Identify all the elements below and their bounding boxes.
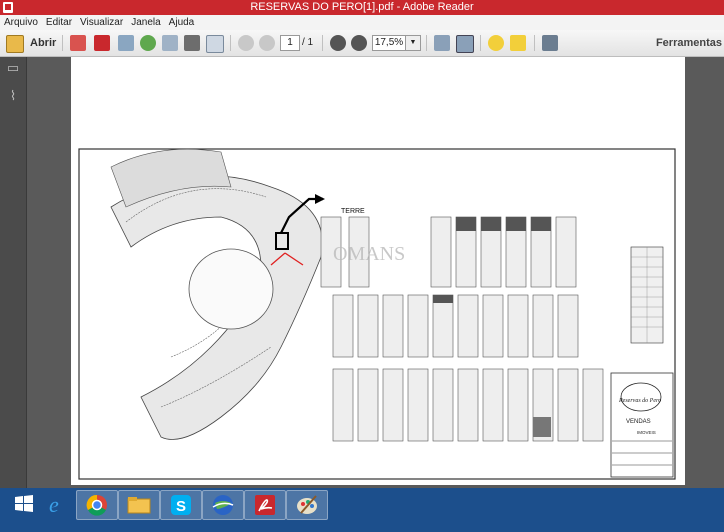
expand-icon[interactable] — [542, 35, 558, 51]
paint-button[interactable] — [286, 490, 328, 520]
open-folder-icon[interactable] — [6, 35, 24, 53]
file-explorer-button[interactable] — [118, 490, 160, 520]
arrow-head — [315, 194, 325, 204]
email-icon[interactable] — [206, 35, 224, 53]
menu-ajuda[interactable]: Ajuda — [165, 15, 199, 30]
menu-bar: Arquivo Editar Visualizar Janela Ajuda — [0, 15, 724, 31]
zoom-dropdown-chevron-down-icon[interactable]: ▼ — [405, 35, 421, 51]
logo-text: Reservas do Pero — [618, 398, 661, 404]
title-block — [610, 372, 674, 478]
page-thumbnails-icon[interactable]: ▭ — [6, 61, 20, 75]
toolbar-separator — [534, 35, 535, 51]
menu-arquivo[interactable]: Arquivo — [0, 15, 42, 30]
file-explorer-icon — [127, 497, 151, 514]
title-bar: RESERVAS DO PERO[1].pdf - Adobe Reader — [0, 0, 724, 15]
open-area — [188, 248, 274, 330]
page-total: / 1 — [302, 37, 314, 48]
skype-icon: S — [171, 495, 191, 515]
internet-explorer-button[interactable]: e — [36, 490, 76, 518]
next-page-icon[interactable] — [259, 35, 275, 51]
toolbar-separator — [480, 35, 481, 51]
highlight-icon[interactable] — [510, 35, 526, 51]
cloud-upload-icon[interactable] — [140, 35, 156, 51]
open-button[interactable]: Abrir — [30, 37, 56, 49]
svg-text:S: S — [176, 498, 186, 515]
google-earth-icon — [212, 495, 234, 515]
create-pdf-icon[interactable] — [70, 35, 86, 51]
svg-text:e: e — [49, 492, 59, 517]
attachments-paperclip-icon[interactable]: ⌇ — [6, 89, 20, 103]
fit-width-icon[interactable] — [434, 35, 450, 51]
combine-files-icon[interactable] — [94, 35, 110, 51]
lot-table — [630, 246, 664, 344]
toolbar-separator — [426, 35, 427, 51]
taskbar: e S — [0, 488, 724, 532]
adobe-reader-icon — [255, 495, 275, 515]
agency-label: IMOVEIS — [637, 430, 656, 435]
page-number-input[interactable]: 1 — [280, 35, 300, 51]
skype-button[interactable]: S — [160, 490, 202, 520]
toolbar-separator — [322, 35, 323, 51]
toolbar-separator — [230, 35, 231, 51]
menu-visualizar[interactable]: Visualizar — [76, 15, 127, 30]
chrome-button[interactable] — [76, 490, 118, 520]
watermark-text: OMANS — [333, 243, 405, 265]
menu-janela[interactable]: Janela — [127, 15, 164, 30]
adobe-reader-button[interactable] — [244, 490, 286, 520]
sales-label: VENDAS — [626, 419, 651, 425]
navigation-pane: ▭ ⌇ — [0, 57, 27, 488]
google-earth-button[interactable] — [202, 490, 244, 520]
comment-icon[interactable] — [488, 35, 504, 51]
subdivision-map: Reservas do Pero VENDAS IMOVEIS OMANS TE… — [78, 148, 676, 480]
window-title: RESERVAS DO PERO[1].pdf - Adobe Reader — [250, 1, 474, 13]
print-icon[interactable] — [184, 35, 200, 51]
map-label-terre: TERRE — [341, 208, 365, 215]
chrome-icon — [86, 494, 107, 516]
paint-icon — [297, 495, 317, 514]
internet-explorer-icon: e — [49, 492, 59, 517]
save-icon[interactable] — [162, 35, 178, 51]
menu-editar[interactable]: Editar — [42, 15, 76, 30]
fit-page-icon[interactable] — [456, 35, 474, 53]
edit-icon[interactable] — [118, 35, 134, 51]
zoom-input[interactable]: 17,5% — [372, 35, 406, 51]
zoom-in-icon[interactable] — [351, 35, 367, 51]
toolbar-separator — [62, 35, 63, 51]
tools-button[interactable]: Ferramentas — [656, 37, 722, 49]
pdf-page: Reservas do Pero VENDAS IMOVEIS OMANS TE… — [71, 57, 685, 485]
toolbar: Abrir 1 / 1 17,5% ▼ Ferramentas — [0, 30, 724, 57]
zoom-out-icon[interactable] — [330, 35, 346, 51]
document-view[interactable]: Reservas do Pero VENDAS IMOVEIS OMANS TE… — [27, 57, 724, 488]
previous-page-icon[interactable] — [238, 35, 254, 51]
